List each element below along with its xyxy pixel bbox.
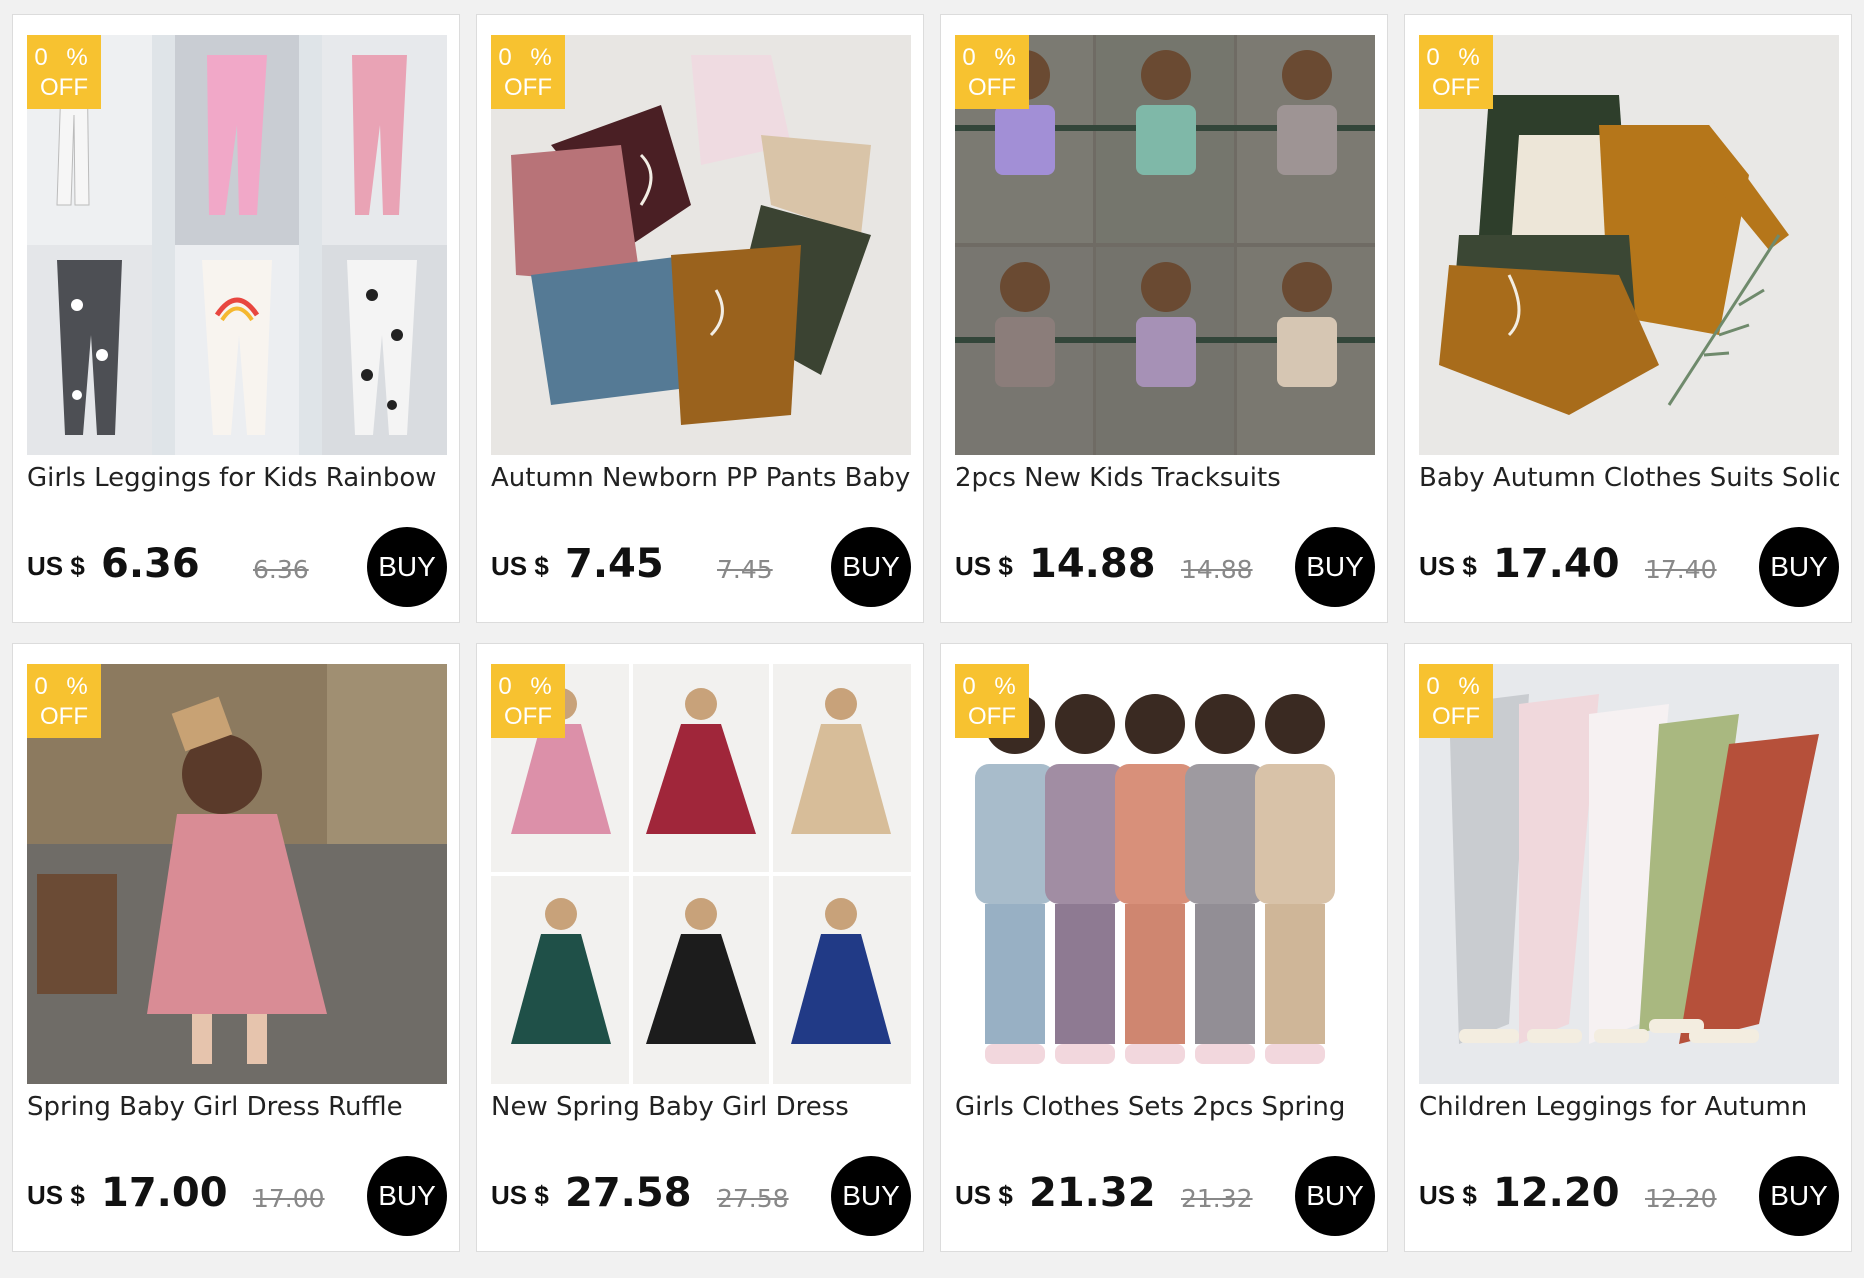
current-price: 6.36: [101, 541, 200, 587]
product-title[interactable]: Baby Autumn Clothes Suits Solid: [1419, 463, 1839, 503]
discount-value: 0: [1426, 44, 1446, 71]
buy-button[interactable]: BUY: [367, 1156, 447, 1236]
discount-badge: 0 % OFF: [1419, 664, 1493, 738]
currency-label: US $: [955, 1180, 1013, 1210]
buy-button[interactable]: BUY: [1295, 527, 1375, 607]
discount-symbol: %: [66, 44, 94, 71]
currency-label: US $: [1419, 1180, 1477, 1210]
discount-off-label: OFF: [1432, 74, 1480, 101]
discount-symbol: %: [1458, 44, 1486, 71]
current-price: 14.88: [1029, 541, 1156, 587]
original-price: 17.40: [1645, 555, 1717, 584]
discount-value: 0: [1426, 673, 1446, 700]
discount-off-label: OFF: [504, 703, 552, 730]
price-row: US $ 17.40 17.40 BUY: [1419, 527, 1839, 607]
price-row: US $ 12.20 12.20 BUY: [1419, 1156, 1839, 1236]
original-price: 27.58: [717, 1184, 789, 1213]
product-image[interactable]: 0 % OFF: [955, 35, 1375, 455]
price-row: US $ 21.32 21.32 BUY: [955, 1156, 1375, 1236]
original-price: 12.20: [1645, 1184, 1717, 1213]
discount-value: 0: [962, 673, 982, 700]
product-title[interactable]: Autumn Newborn PP Pants Baby: [491, 463, 911, 503]
currency-label: US $: [491, 1180, 549, 1210]
price-row: US $ 17.00 17.00 BUY: [27, 1156, 447, 1236]
original-price: 7.45: [717, 555, 773, 584]
product-card[interactable]: 0 % OFF 2pcs New Kids Tracksuits US $ 14…: [940, 14, 1388, 623]
product-grid: 0 % OFF Girls Leggings for Kids Rainbow …: [0, 0, 1864, 1278]
discount-value: 0: [962, 44, 982, 71]
product-title[interactable]: Girls Leggings for Kids Rainbow: [27, 463, 447, 503]
product-image[interactable]: 0 % OFF: [491, 35, 911, 455]
product-card[interactable]: 0 % OFF Children Leggings for Autumn US …: [1404, 643, 1852, 1252]
discount-off-label: OFF: [1432, 703, 1480, 730]
product-image[interactable]: 0 % OFF: [491, 664, 911, 1084]
original-price: 6.36: [253, 555, 309, 584]
product-title[interactable]: Spring Baby Girl Dress Ruffle: [27, 1092, 447, 1132]
current-price: 17.00: [101, 1170, 228, 1216]
price-row: US $ 14.88 14.88 BUY: [955, 527, 1375, 607]
discount-symbol: %: [530, 673, 558, 700]
product-card[interactable]: 0 % OFF Girls Clothes Sets 2pcs Spring U…: [940, 643, 1388, 1252]
discount-badge: 0 % OFF: [27, 664, 101, 738]
discount-symbol: %: [530, 44, 558, 71]
discount-symbol: %: [66, 673, 94, 700]
discount-badge: 0 % OFF: [955, 664, 1029, 738]
discount-off-label: OFF: [504, 74, 552, 101]
currency-label: US $: [27, 551, 85, 581]
product-image[interactable]: 0 % OFF: [1419, 664, 1839, 1084]
current-price: 7.45: [565, 541, 664, 587]
discount-badge: 0 % OFF: [955, 35, 1029, 109]
discount-symbol: %: [994, 673, 1022, 700]
buy-button[interactable]: BUY: [831, 527, 911, 607]
original-price: 21.32: [1181, 1184, 1253, 1213]
currency-label: US $: [491, 551, 549, 581]
current-price: 27.58: [565, 1170, 692, 1216]
discount-badge: 0 % OFF: [491, 664, 565, 738]
discount-symbol: %: [994, 44, 1022, 71]
price-row: US $ 27.58 27.58 BUY: [491, 1156, 911, 1236]
currency-label: US $: [955, 551, 1013, 581]
discount-badge: 0 % OFF: [1419, 35, 1493, 109]
product-card[interactable]: 0 % OFF Autumn Newborn PP Pants Baby US …: [476, 14, 924, 623]
buy-button[interactable]: BUY: [367, 527, 447, 607]
product-title[interactable]: Children Leggings for Autumn: [1419, 1092, 1839, 1132]
product-title[interactable]: Girls Clothes Sets 2pcs Spring: [955, 1092, 1375, 1132]
buy-button[interactable]: BUY: [1295, 1156, 1375, 1236]
price-row: US $ 7.45 7.45 BUY: [491, 527, 911, 607]
discount-badge: 0 % OFF: [27, 35, 101, 109]
discount-value: 0: [498, 44, 518, 71]
currency-label: US $: [1419, 551, 1477, 581]
price-row: US $ 6.36 6.36 BUY: [27, 527, 447, 607]
product-image[interactable]: 0 % OFF: [27, 664, 447, 1084]
product-image[interactable]: 0 % OFF: [955, 664, 1375, 1084]
buy-button[interactable]: BUY: [831, 1156, 911, 1236]
current-price: 17.40: [1493, 541, 1620, 587]
currency-label: US $: [27, 1180, 85, 1210]
discount-off-label: OFF: [968, 703, 1016, 730]
discount-symbol: %: [1458, 673, 1486, 700]
product-card[interactable]: 0 % OFF Baby Autumn Clothes Suits Solid …: [1404, 14, 1852, 623]
buy-button[interactable]: BUY: [1759, 527, 1839, 607]
product-title[interactable]: New Spring Baby Girl Dress: [491, 1092, 911, 1132]
product-image[interactable]: 0 % OFF: [1419, 35, 1839, 455]
product-card[interactable]: 0 % OFF Spring Baby Girl Dress Ruffle US…: [12, 643, 460, 1252]
discount-badge: 0 % OFF: [491, 35, 565, 109]
original-price: 17.00: [253, 1184, 325, 1213]
product-card[interactable]: 0 % OFF New Spring Baby Girl Dress US $ …: [476, 643, 924, 1252]
discount-off-label: OFF: [968, 74, 1016, 101]
product-title[interactable]: 2pcs New Kids Tracksuits: [955, 463, 1375, 503]
discount-value: 0: [34, 44, 54, 71]
current-price: 12.20: [1493, 1170, 1620, 1216]
buy-button[interactable]: BUY: [1759, 1156, 1839, 1236]
product-image[interactable]: 0 % OFF: [27, 35, 447, 455]
discount-off-label: OFF: [40, 74, 88, 101]
discount-value: 0: [498, 673, 518, 700]
original-price: 14.88: [1181, 555, 1253, 584]
discount-value: 0: [34, 673, 54, 700]
discount-off-label: OFF: [40, 703, 88, 730]
current-price: 21.32: [1029, 1170, 1156, 1216]
product-card[interactable]: 0 % OFF Girls Leggings for Kids Rainbow …: [12, 14, 460, 623]
